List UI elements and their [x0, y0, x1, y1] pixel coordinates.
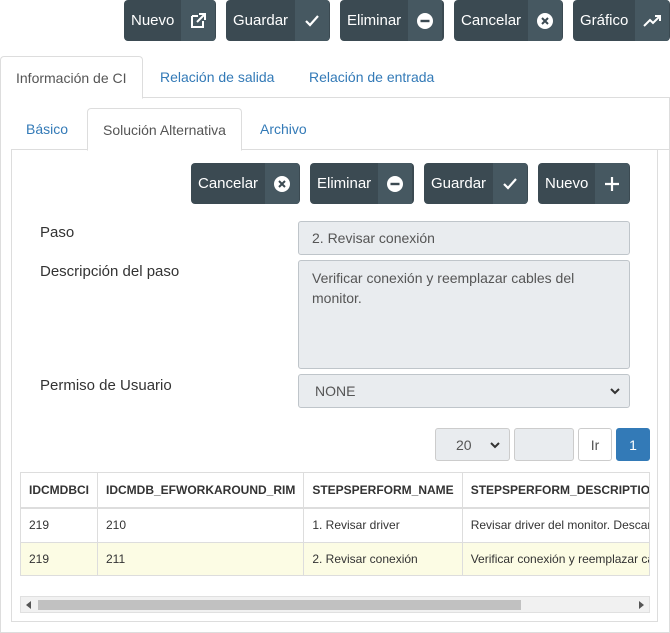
inner-nuevo-label: Nuevo	[545, 175, 589, 192]
inner-eliminar-label: Eliminar	[317, 175, 372, 192]
inner-cancelar-label: Cancelar	[198, 175, 259, 192]
inner-eliminar-button[interactable]: Eliminar	[310, 163, 414, 204]
tab-informacion-ci[interactable]: Información de CI	[0, 56, 143, 99]
goto-page-input[interactable]	[514, 428, 574, 461]
external-link-icon	[181, 0, 216, 41]
chevron-down-icon	[490, 441, 500, 448]
x-circle-icon	[265, 163, 300, 204]
x-circle-icon	[528, 0, 563, 41]
eliminar-button[interactable]: Eliminar	[340, 0, 444, 41]
table-cell: Verificar conexión y reemplazar cables	[462, 542, 649, 575]
page-size-select[interactable]: 20	[435, 428, 510, 461]
table-cell: 219	[21, 542, 98, 575]
permiso-select[interactable]: NONE	[298, 374, 630, 408]
sub-tabs: Básico Solución Alternativa Archivo	[11, 108, 670, 151]
chevron-down-icon	[610, 388, 620, 395]
minus-circle-icon	[378, 163, 413, 204]
scroll-right-icon[interactable]	[639, 601, 644, 609]
tab-basico[interactable]: Básico	[11, 108, 83, 150]
tab-archivo[interactable]: Archivo	[245, 108, 322, 150]
cancelar-button[interactable]: Cancelar	[454, 0, 563, 41]
tab-relacion-salida[interactable]: Relación de salida	[145, 56, 289, 98]
table-cell: 210	[97, 508, 305, 543]
guardar-button[interactable]: Guardar	[226, 0, 330, 41]
column-header[interactable]: STEPSPERFORM_DESCRIPTION	[462, 473, 649, 509]
inner-guardar-button[interactable]: Guardar	[424, 163, 528, 204]
inner-cancelar-button[interactable]: Cancelar	[191, 163, 300, 204]
minus-circle-icon	[408, 0, 443, 41]
grid-header-row: IDCMDBCI IDCMDB_EFWORKAROUND_RIM STEPSPE…	[21, 473, 649, 509]
paso-input[interactable]: 2. Revisar conexión	[298, 221, 630, 255]
check-icon	[295, 0, 330, 41]
permiso-select-value: NONE	[315, 383, 356, 399]
table-cell: 211	[97, 542, 305, 575]
column-header[interactable]: IDCMDB_EFWORKAROUND_RIM	[97, 473, 305, 509]
go-button[interactable]: Ir	[578, 428, 612, 461]
check-icon	[493, 163, 528, 204]
eliminar-button-label: Eliminar	[347, 12, 402, 29]
permiso-label: Permiso de Usuario	[40, 377, 172, 394]
table-cell: 1. Revisar driver	[303, 508, 463, 543]
data-grid: IDCMDBCI IDCMDB_EFWORKAROUND_RIM STEPSPE…	[20, 472, 650, 576]
trending-up-icon	[635, 0, 670, 41]
nuevo-button[interactable]: Nuevo	[124, 0, 216, 41]
cancelar-button-label: Cancelar	[461, 12, 522, 29]
descripcion-textarea[interactable]: Verificar conexión y reemplazar cables d…	[298, 260, 630, 369]
table-cell: 2. Revisar conexión	[303, 542, 463, 575]
scrollbar-thumb[interactable]	[38, 600, 521, 610]
nuevo-button-label: Nuevo	[131, 12, 175, 29]
horizontal-scrollbar[interactable]	[20, 596, 650, 613]
paso-label: Paso	[40, 224, 75, 241]
grafico-button[interactable]: Gráfico	[573, 0, 670, 41]
guardar-button-label: Guardar	[233, 12, 289, 29]
page-1-button[interactable]: 1	[616, 428, 650, 461]
page-size-value: 20	[456, 436, 472, 453]
scroll-left-icon[interactable]	[26, 601, 31, 609]
descripcion-label: Descripción del paso	[40, 263, 180, 280]
plus-icon	[595, 163, 630, 204]
table-cell: 219	[21, 508, 98, 543]
inner-nuevo-button[interactable]: Nuevo	[538, 163, 630, 204]
tab-solucion-alternativa[interactable]: Solución Alternativa	[87, 108, 242, 151]
inner-guardar-label: Guardar	[431, 175, 487, 192]
table-row[interactable]: 219 210 1. Revisar driver Revisar driver…	[21, 508, 649, 543]
table-cell: Revisar driver del monitor. Descargar	[462, 508, 649, 543]
column-header[interactable]: IDCMDBCI	[21, 473, 98, 509]
column-header[interactable]: STEPSPERFORM_NAME	[303, 473, 463, 509]
main-tabs: Información de CI Relación de salida Rel…	[0, 56, 670, 99]
tab-relacion-entrada[interactable]: Relación de entrada	[294, 56, 449, 98]
grafico-button-label: Gráfico	[580, 12, 629, 29]
table-row[interactable]: 219 211 2. Revisar conexión Verificar co…	[21, 542, 649, 575]
